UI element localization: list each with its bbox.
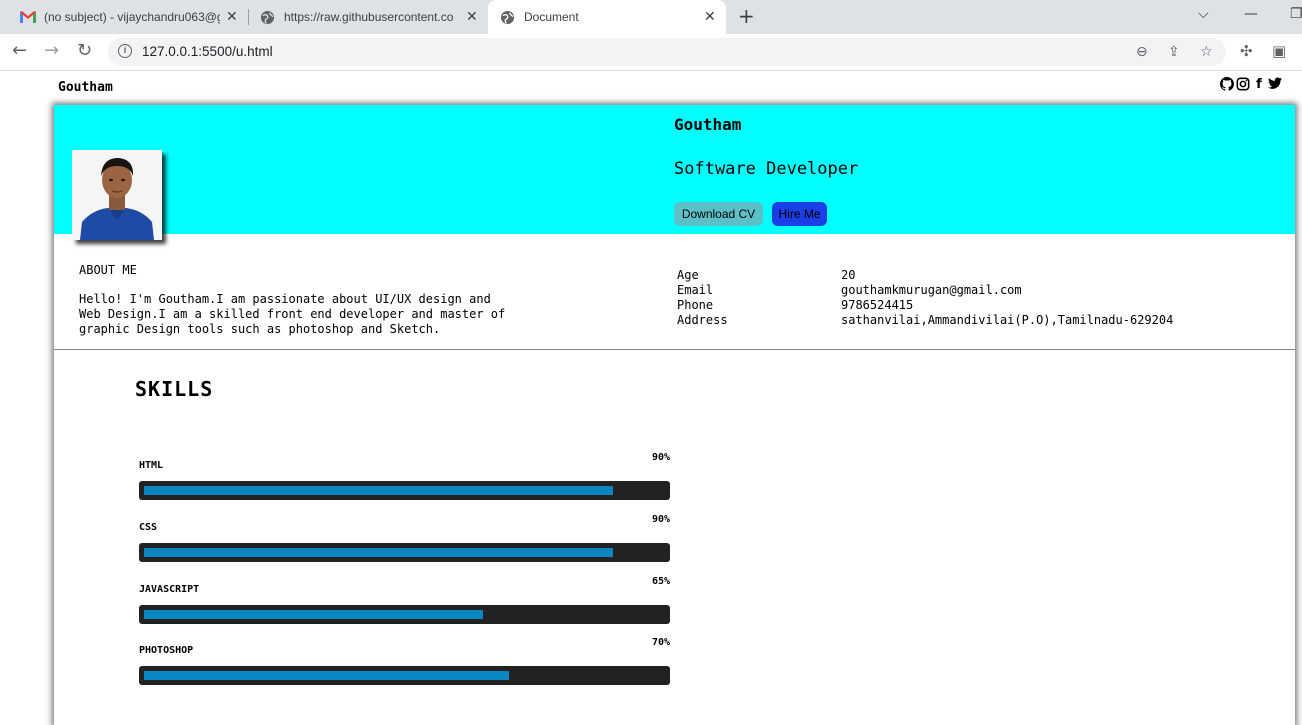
skill-javascript: JAVASCRIPT 65% [139,576,670,644]
restore-icon[interactable]: ❐ [1290,6,1302,22]
close-tab-icon[interactable]: ✕ [466,9,478,23]
skill-html: HTML 90% [139,452,670,520]
close-tab-icon[interactable]: ✕ [704,9,716,23]
skill-percent: 90% [651,514,670,525]
skill-progress-bar [139,666,670,685]
share-icon[interactable]: ⇪ [1168,45,1180,59]
info-value: 20 [841,268,856,282]
info-value: gouthamkmurugan@gmail.com [841,283,1022,297]
nav-brand[interactable]: Goutham [58,80,113,95]
info-row-age: Age 20 [677,268,1173,283]
instagram-icon[interactable] [1236,77,1250,93]
page-body: Goutham f Goutham Software Developer Dow… [0,72,1302,725]
globe-icon [500,10,515,25]
skill-name: PHOTOSHOP [139,645,194,656]
info-row-address: Address sathanvilai,Ammandivilai(P.O),Ta… [677,313,1173,328]
site-info-icon[interactable]: i [118,44,132,58]
tab-title: Document [524,10,579,24]
skill-progress-bar [139,605,670,624]
skills-heading: SKILLS [135,377,214,401]
download-cv-button[interactable]: Download CV [674,202,763,226]
globe-icon [260,10,275,25]
skill-name: JAVASCRIPT [139,584,200,595]
address-bar[interactable]: i 127.0.0.1:5500/u.html ⊖ ⇪ ☆ [108,38,1226,66]
tab-github-raw[interactable]: https://raw.githubusercontent.co ✕ [248,0,486,34]
close-tab-icon[interactable]: ✕ [226,9,238,23]
skill-progress-fill [144,548,613,557]
skill-percent: 65% [651,576,670,587]
info-row-phone: Phone 9786524415 [677,298,1173,313]
skill-name: CSS [139,522,158,533]
skill-percent: 90% [651,452,670,463]
tab-title: (no subject) - vijaychandru063@g [44,10,220,24]
info-label: Age [677,268,699,282]
info-label: Phone [677,298,714,312]
avatar [72,150,162,240]
section-divider [54,349,1295,350]
new-tab-icon[interactable]: + [738,6,755,26]
skill-progress-bar [139,543,670,562]
tab-title: https://raw.githubusercontent.co [284,10,454,24]
personal-info: Age 20 Email gouthamkmurugan@gmail.com P… [677,268,1173,328]
twitter-icon[interactable] [1268,77,1282,93]
hero-name: Goutham [674,115,742,134]
tab-gmail[interactable]: (no subject) - vijaychandru063@g ✕ [8,0,244,34]
info-label: Address [677,313,728,327]
bookmark-star-icon[interactable]: ☆ [1200,45,1213,59]
skill-progress-fill [144,671,509,680]
facebook-icon[interactable]: f [1252,77,1266,93]
social-links: f [1220,77,1282,93]
zoom-out-icon[interactable]: ⊖ [1136,45,1148,59]
skill-percent: 70% [651,637,670,648]
side-panel-icon[interactable]: ▣ [1272,44,1286,59]
hire-me-button[interactable]: Hire Me [772,202,827,226]
profile-photo [72,150,162,240]
minimize-icon[interactable]: — [1244,6,1258,22]
address-url[interactable]: 127.0.0.1:5500/u.html [142,44,273,59]
skill-photoshop: PHOTOSHOP 70% [139,637,670,705]
back-icon[interactable]: ← [12,42,27,60]
about-text: Hello! I'm Goutham.I am passionate about… [79,292,506,336]
browser-tab-bar: (no subject) - vijaychandru063@g ✕ https… [0,0,1302,34]
skill-progress-fill [144,610,483,619]
tab-search-chevron-icon[interactable]: ⌵ [1198,6,1209,22]
forward-icon[interactable]: → [44,42,59,60]
about-heading: ABOUT ME [79,263,137,277]
hero-role: Software Developer [674,159,859,179]
extensions-icon[interactable]: ✣ [1240,44,1253,59]
info-value: 9786524415 [841,298,914,312]
skill-name: HTML [139,460,164,471]
hero-banner: Goutham Software Developer Download CV H… [54,105,1295,240]
tab-document[interactable]: Document ✕ [488,0,726,34]
profile-card: Goutham Software Developer Download CV H… [54,105,1295,725]
info-row-email: Email gouthamkmurugan@gmail.com [677,283,1173,298]
browser-toolbar: ← → ↻ i 127.0.0.1:5500/u.html ⊖ ⇪ ☆ ✣ ▣ [0,34,1302,71]
info-value: sathanvilai,Ammandivilai(P.O),Tamilnadu-… [841,313,1174,327]
skill-progress-bar [139,481,670,500]
skill-progress-fill [144,486,613,495]
skill-css: CSS 90% [139,514,670,582]
info-label: Email [677,283,714,297]
gmail-icon [20,11,36,23]
reload-icon[interactable]: ↻ [77,42,92,60]
github-icon[interactable] [1220,77,1234,93]
